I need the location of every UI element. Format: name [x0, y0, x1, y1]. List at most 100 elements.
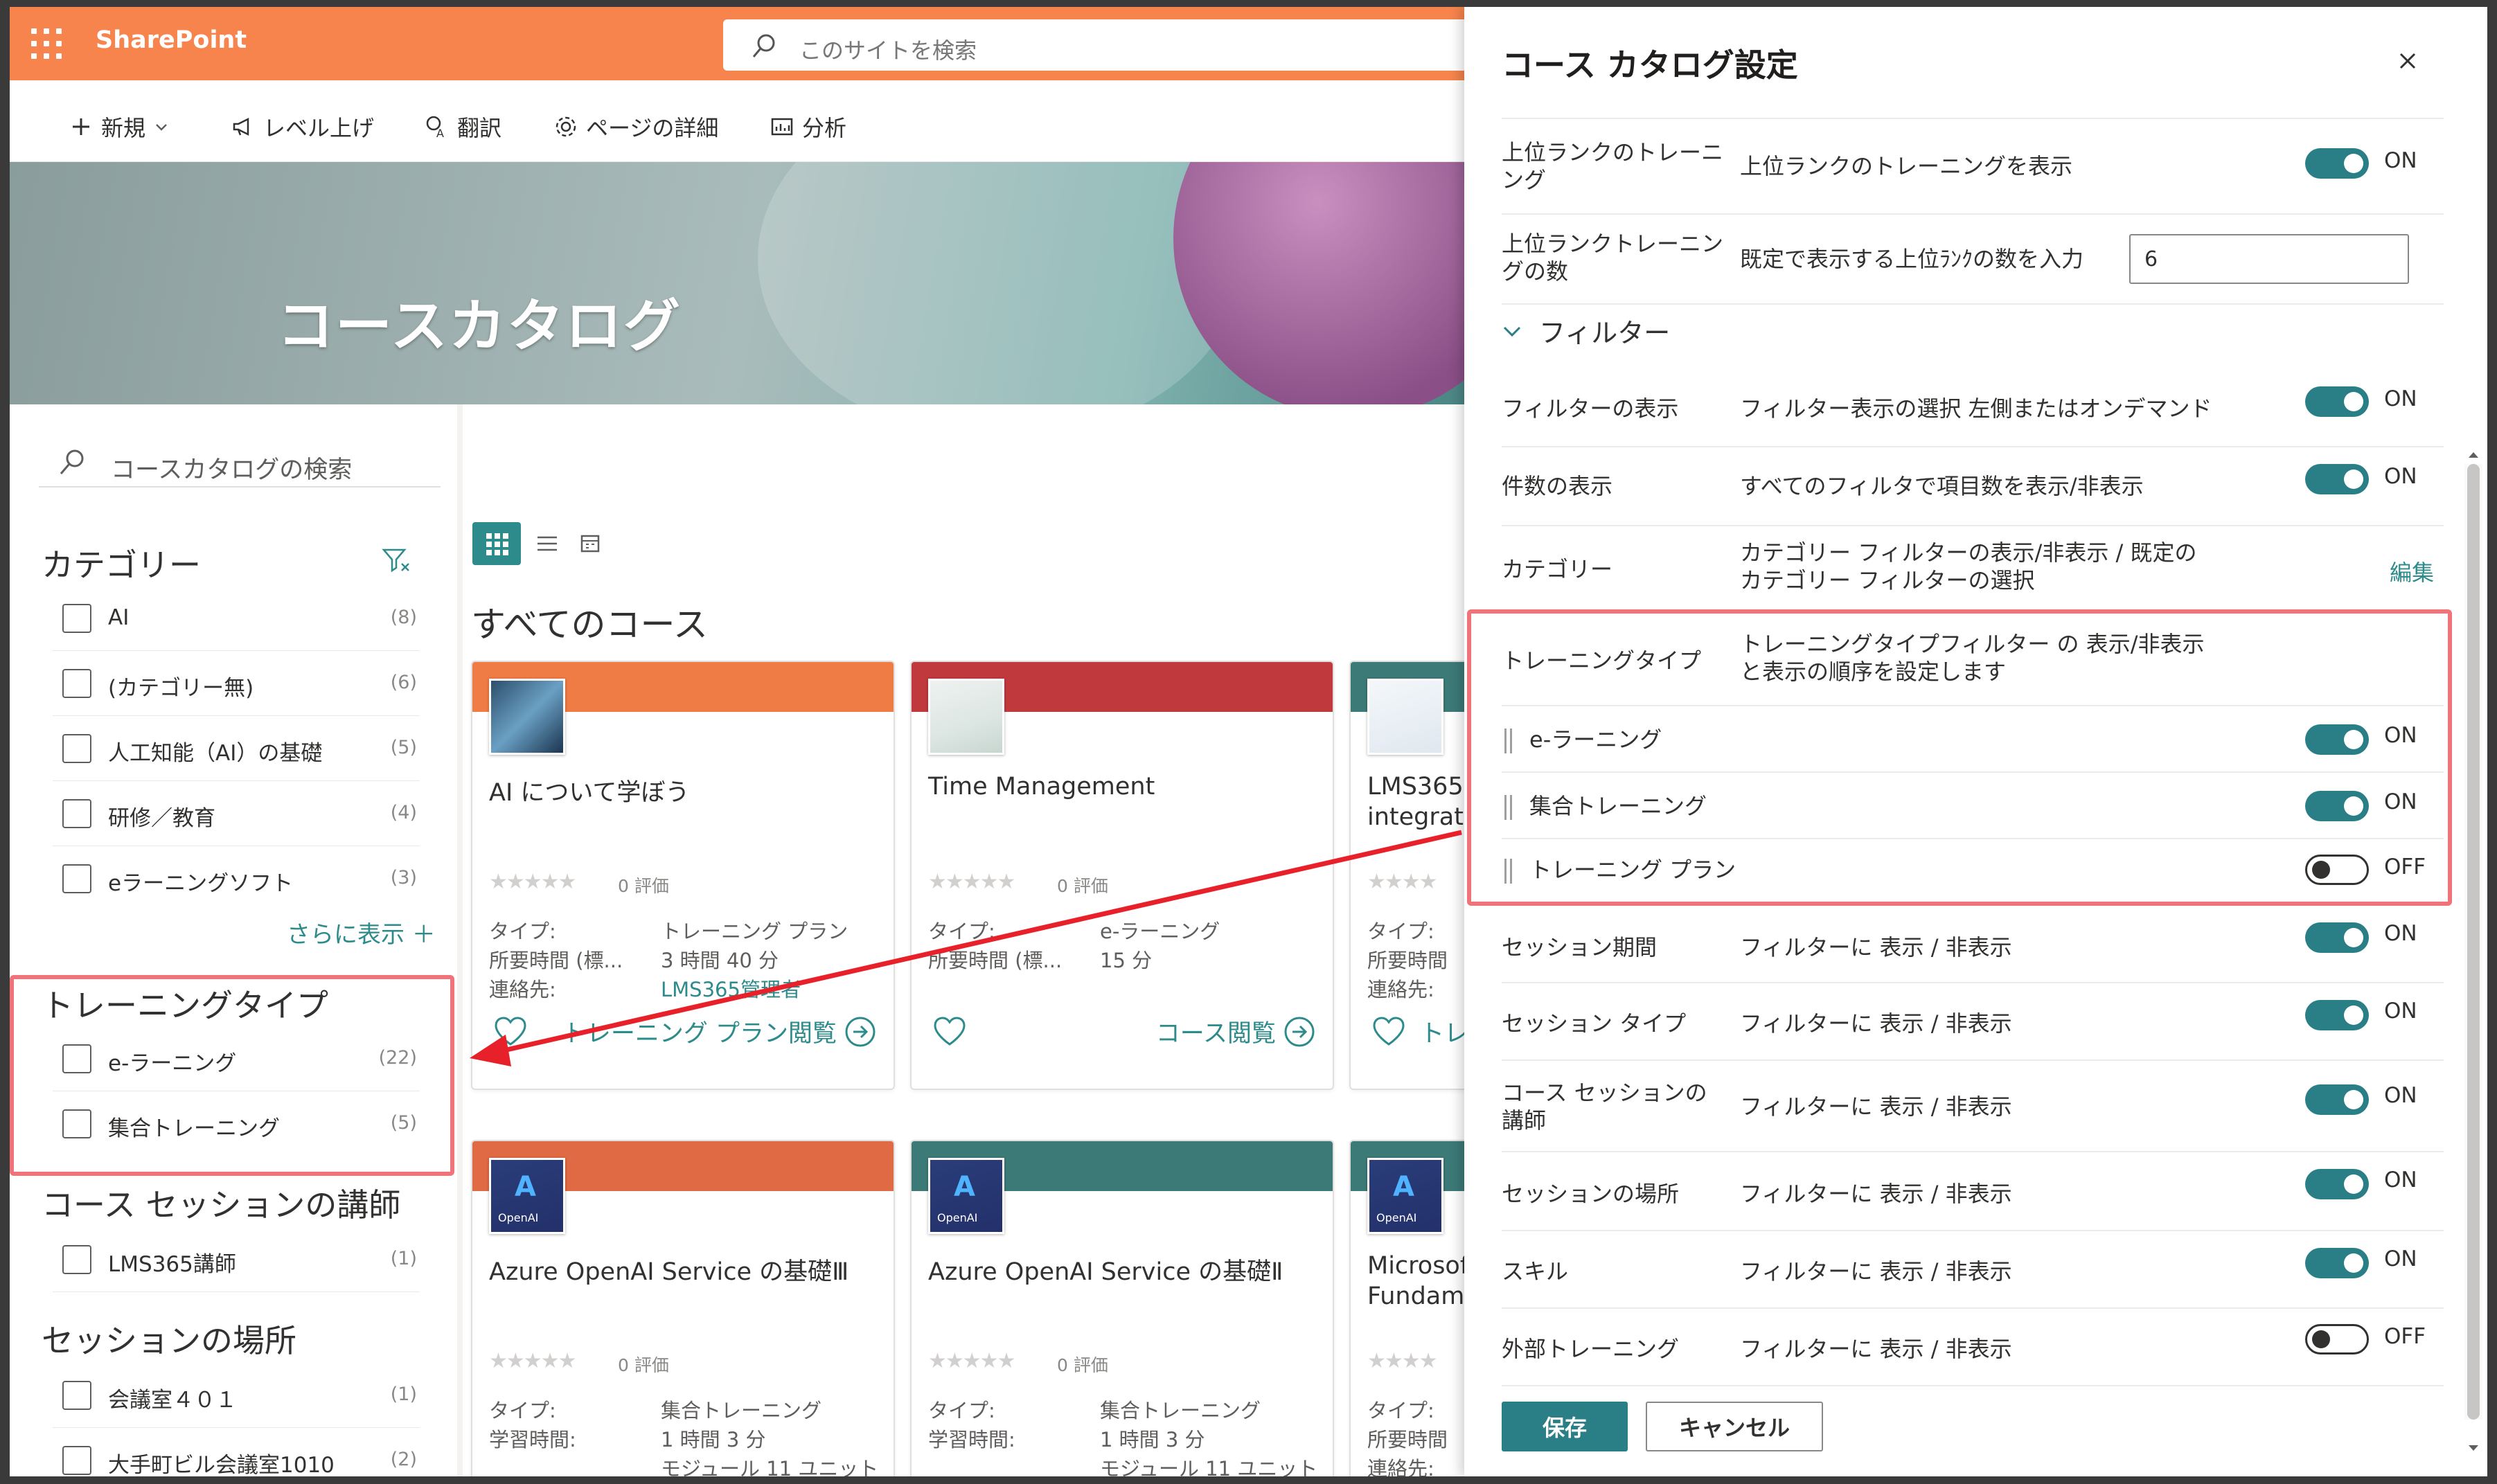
location-toggle[interactable] [2305, 1169, 2369, 1199]
plus-icon [73, 118, 89, 135]
chart-icon [771, 118, 793, 136]
checkbox[interactable] [62, 1446, 91, 1475]
course-card[interactable]: AI について学ぼう ★★★★★ 0 評価 タイプ: トレーニング プラン 所要… [471, 661, 895, 1090]
course-thumbnail: A OpenAI [928, 1158, 1004, 1234]
session-period-toggle[interactable] [2305, 922, 2369, 953]
checkbox[interactable] [62, 864, 91, 893]
setting-name: スキル [1502, 1258, 1569, 1285]
scrollbar-thumb[interactable] [2467, 464, 2480, 1420]
course-thumbnail: A OpenAI [489, 1158, 565, 1234]
checkbox[interactable] [62, 734, 91, 763]
category-filter-item[interactable]: 研修／教育 (4) [53, 781, 420, 846]
course-title[interactable]: Microsof [1367, 1252, 1468, 1280]
setting-name: 件数の表示 [1502, 473, 1613, 499]
filter-count: (2) [390, 1449, 417, 1470]
category-edit-link[interactable]: 編集 [2390, 555, 2434, 587]
setting-row-instructor: コース セッションの 講師 フィルターに 表示 / 非表示 ON [1502, 1061, 2444, 1152]
filter-display-toggle[interactable] [2305, 386, 2369, 417]
location-filter-item[interactable]: 会議室４０１ (1) [53, 1363, 420, 1428]
view-course-button[interactable]: トレ [1420, 1014, 1468, 1049]
filter-clear-icon[interactable] [381, 544, 411, 575]
cancel-button[interactable]: キャンセル [1646, 1402, 1823, 1451]
course-title[interactable]: Time Management [928, 773, 1155, 801]
course-type-key: タイプ: [928, 920, 995, 943]
star-rating-icon[interactable]: ★★★★★ [928, 870, 1015, 894]
view-course-button[interactable]: コース閲覧 [1156, 1014, 1316, 1049]
category-filter-item[interactable]: AI (8) [53, 586, 420, 651]
checkbox[interactable] [62, 1245, 91, 1274]
new-button[interactable]: 新規 [69, 111, 169, 143]
save-button[interactable]: 保存 [1502, 1402, 1628, 1451]
view-plan-button[interactable]: トレーニング プラン閲覧 [562, 1014, 877, 1049]
course-title-line2: Fundame [1367, 1282, 1479, 1310]
translate-button[interactable]: A 翻訳 [425, 111, 501, 143]
new-label: 新規 [101, 115, 146, 141]
contact-link[interactable]: LMS365管理者 [661, 974, 801, 1003]
heart-icon[interactable] [1371, 1015, 1406, 1047]
brand-name[interactable]: SharePoint [96, 26, 247, 54]
learning-time-key: 学習時間: [928, 1428, 1015, 1451]
duration-key: 所要時間 [1367, 1428, 1448, 1451]
filter-count: (4) [390, 802, 417, 823]
filter-label: LMS365講師 [108, 1252, 236, 1277]
grid-icon [486, 533, 508, 555]
skill-toggle[interactable] [2305, 1248, 2369, 1278]
level-up-button[interactable]: レベル上げ [231, 111, 374, 143]
instructor-filter-item[interactable]: LMS365講師 (1) [53, 1227, 420, 1292]
star-rating-icon[interactable]: ★★★★★ [489, 870, 576, 894]
top-rank-count-input[interactable] [2129, 234, 2409, 284]
scroll-down-icon[interactable] [2466, 1440, 2481, 1456]
top-rank-toggle[interactable] [2305, 148, 2369, 179]
analytics-button[interactable]: 分析 [770, 111, 846, 143]
sidebar-divider [457, 404, 463, 1476]
setting-description: すべてのフィルタで項目数を表示/非表示 [1740, 473, 2144, 499]
location-filter-item[interactable]: 大手町ビル会議室1010 (2) [53, 1428, 420, 1476]
openai-badge: OpenAI [937, 1211, 978, 1224]
close-icon[interactable] [2392, 46, 2423, 76]
page-details-button[interactable]: ページの詳細 [554, 111, 718, 143]
star-rating-icon[interactable]: ★★★★★ [489, 1349, 576, 1373]
category-filter-item[interactable]: eラーニングソフト (3) [53, 846, 420, 911]
show-more-link[interactable]: さらに表示 ＋ [287, 915, 436, 949]
heart-icon[interactable] [932, 1015, 967, 1047]
site-search-placeholder: このサイトを検索 [799, 37, 977, 64]
scroll-up-icon[interactable] [2466, 447, 2481, 463]
star-rating-icon[interactable]: ★★★★ [1367, 1349, 1438, 1373]
count-display-toggle[interactable] [2305, 464, 2369, 494]
session-type-toggle[interactable] [2305, 1000, 2369, 1030]
checkbox[interactable] [62, 604, 91, 633]
external-training-toggle[interactable] [2305, 1324, 2369, 1355]
course-type-value: 集合トレーニング [1100, 1399, 1261, 1422]
checkbox[interactable] [62, 669, 91, 698]
contact-key: 連絡先: [1367, 978, 1434, 1001]
filter-label: 大手町ビル会議室1010 [108, 1453, 335, 1476]
star-rating-icon[interactable]: ★★★★★ [928, 1349, 1015, 1373]
toggle-state-label: ON [2384, 1246, 2417, 1271]
site-search-box[interactable]: このサイトを検索 [723, 19, 1485, 71]
setting-row-skill: スキル フィルターに 表示 / 非表示 ON [1502, 1231, 2444, 1309]
course-card[interactable]: A OpenAI Azure OpenAI Service の基礎Ⅲ ★★★★★ … [471, 1140, 895, 1476]
course-title[interactable]: AI について学ぼう [489, 773, 689, 808]
app-launcher-icon[interactable] [30, 28, 62, 60]
panel-title: コース カタログ設定 [1502, 46, 1798, 84]
course-title[interactable]: Azure OpenAI Service の基礎Ⅲ [489, 1252, 848, 1287]
azure-logo-icon: A [515, 1171, 536, 1203]
level-up-label: レベル上げ [263, 115, 375, 141]
filter-count: (6) [390, 672, 417, 693]
course-title[interactable]: Azure OpenAI Service の基礎Ⅱ [928, 1252, 1283, 1287]
grid-view-button[interactable] [472, 522, 521, 565]
heart-icon[interactable] [493, 1015, 528, 1047]
course-card[interactable]: A OpenAI Azure OpenAI Service の基礎Ⅱ ★★★★★ … [910, 1140, 1334, 1476]
list-view-icon[interactable] [535, 532, 560, 555]
filter-section-header[interactable]: フィルター [1502, 312, 1670, 350]
category-filter-item[interactable]: 人工知能（AI）の基礎 (5) [53, 716, 420, 781]
course-card[interactable]: Time Management ★★★★★ 0 評価 タイプ: e-ラーニング … [910, 661, 1334, 1090]
catalog-search-input[interactable]: コースカタログの検索 [39, 439, 441, 488]
instructor-toggle[interactable] [2305, 1084, 2369, 1115]
checkbox[interactable] [62, 799, 91, 828]
category-filter-item[interactable]: (カテゴリー無) (6) [53, 651, 420, 716]
category-heading: カテゴリー [42, 546, 201, 584]
checkbox[interactable] [62, 1381, 91, 1410]
star-rating-icon[interactable]: ★★★★ [1367, 870, 1438, 894]
calendar-view-icon[interactable] [578, 530, 603, 555]
